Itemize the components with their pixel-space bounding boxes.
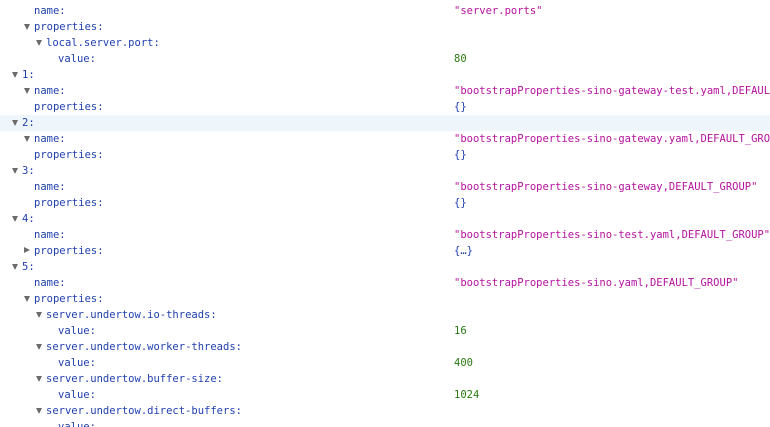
tree-key: properties: <box>34 245 104 257</box>
tree-row[interactable]: properties: {…} <box>0 243 770 259</box>
tree-row: value: 400 <box>0 355 770 371</box>
tree-value: "bootstrapProperties-sino-gateway-test.y… <box>454 85 770 97</box>
tree-key: properties: <box>34 149 104 161</box>
tree-value: "bootstrapProperties-sino.yaml,DEFAULT_G… <box>454 277 739 289</box>
tree-key: local.server.port: <box>46 37 160 49</box>
tree-key: properties: <box>34 197 104 209</box>
tree-row[interactable]: properties: <box>0 291 770 307</box>
chevron-down-icon[interactable] <box>24 136 30 142</box>
tree-key: name: <box>34 133 66 145</box>
chevron-down-icon[interactable] <box>36 344 42 350</box>
tree-key: name: <box>34 277 66 289</box>
chevron-down-icon[interactable] <box>24 24 30 30</box>
chevron-down-icon[interactable] <box>36 312 42 318</box>
tree-key: properties: <box>34 21 104 33</box>
tree-row: name: "bootstrapProperties-sino-test.yaml… <box>0 227 770 243</box>
tree-key: server.undertow.worker-threads: <box>46 341 242 353</box>
tree-row: properties: {} <box>0 195 770 211</box>
tree-row[interactable]: 3: <box>0 163 770 179</box>
tree-row[interactable]: server.undertow.io-threads: <box>0 307 770 323</box>
tree-key: value: <box>58 389 96 401</box>
tree-row[interactable]: name: "bootstrapProperties-sino-gateway.y… <box>0 131 770 147</box>
tree-row: properties: {} <box>0 147 770 163</box>
chevron-down-icon[interactable] <box>24 88 30 94</box>
tree-row: name: "server.ports" <box>0 3 770 19</box>
tree-key: properties: <box>34 101 104 113</box>
tree-key: 3: <box>22 165 35 177</box>
tree-key: value: <box>58 421 96 427</box>
tree-key: name: <box>34 181 66 193</box>
tree-value: {…} <box>454 245 473 257</box>
tree-row[interactable]: 1: <box>0 67 770 83</box>
chevron-down-icon[interactable] <box>24 296 30 302</box>
chevron-right-icon[interactable] <box>24 247 30 253</box>
tree-row[interactable]: properties: <box>0 19 770 35</box>
tree-key: 4: <box>22 213 35 225</box>
tree-row: properties: {} <box>0 99 770 115</box>
tree-key: server.undertow.io-threads: <box>46 309 217 321</box>
tree-key: value: <box>58 357 96 369</box>
tree-row[interactable]: 4: <box>0 211 770 227</box>
chevron-down-icon[interactable] <box>12 120 18 126</box>
tree-key: name: <box>34 229 66 241</box>
tree-value: 400 <box>454 357 473 369</box>
tree-value: {} <box>454 101 467 113</box>
tree-row: value: 16 <box>0 323 770 339</box>
tree-value: 16 <box>454 325 467 337</box>
tree-key: value: <box>58 53 96 65</box>
tree-row: value: 1024 <box>0 387 770 403</box>
tree-row: name: "bootstrapProperties-sino-gateway,D… <box>0 179 770 195</box>
tree-key: value: <box>58 325 96 337</box>
tree-row[interactable]: server.undertow.direct-buffers: <box>0 403 770 419</box>
chevron-down-icon[interactable] <box>36 376 42 382</box>
tree-value: "bootstrapProperties-sino-gateway,DEFAUL… <box>454 181 758 193</box>
tree-row[interactable]: 5: <box>0 259 770 275</box>
tree-value: 1024 <box>454 389 480 401</box>
json-viewer: name: "server.ports" properties: local.serv… <box>0 0 770 427</box>
tree-value: {} <box>454 197 467 209</box>
chevron-down-icon[interactable] <box>12 168 18 174</box>
tree-key: name: <box>34 85 66 97</box>
tree-value: 80 <box>454 53 467 65</box>
chevron-down-icon[interactable] <box>36 40 42 46</box>
tree-value: "server.ports" <box>454 5 543 17</box>
tree-row: value: 80 <box>0 51 770 67</box>
chevron-down-icon[interactable] <box>12 72 18 78</box>
tree-key: 2: <box>22 117 35 129</box>
tree-key: 1: <box>22 69 35 81</box>
chevron-down-icon[interactable] <box>12 264 18 270</box>
tree-row: value: <box>0 419 770 427</box>
tree-key: server.undertow.direct-buffers: <box>46 405 242 417</box>
tree-value: "bootstrapProperties-sino-test.yaml,DEFA… <box>454 229 770 241</box>
tree-row[interactable]: server.undertow.buffer-size: <box>0 371 770 387</box>
tree-value: "bootstrapProperties-sino-gateway.yaml,D… <box>454 133 770 145</box>
tree-key: properties: <box>34 293 104 305</box>
tree-key: server.undertow.buffer-size: <box>46 373 224 385</box>
tree-row[interactable]: local.server.port: <box>0 35 770 51</box>
tree-row: name: "bootstrapProperties-sino.yaml,DEFA… <box>0 275 770 291</box>
tree-key: 5: <box>22 261 35 273</box>
tree-row[interactable]: 2: <box>0 115 770 131</box>
tree-value: {} <box>454 149 467 161</box>
chevron-down-icon[interactable] <box>36 408 42 414</box>
chevron-down-icon[interactable] <box>12 216 18 222</box>
tree-row[interactable]: name: "bootstrapProperties-sino-gateway-t… <box>0 83 770 99</box>
tree-key: name: <box>34 5 66 17</box>
tree-row[interactable]: server.undertow.worker-threads: <box>0 339 770 355</box>
